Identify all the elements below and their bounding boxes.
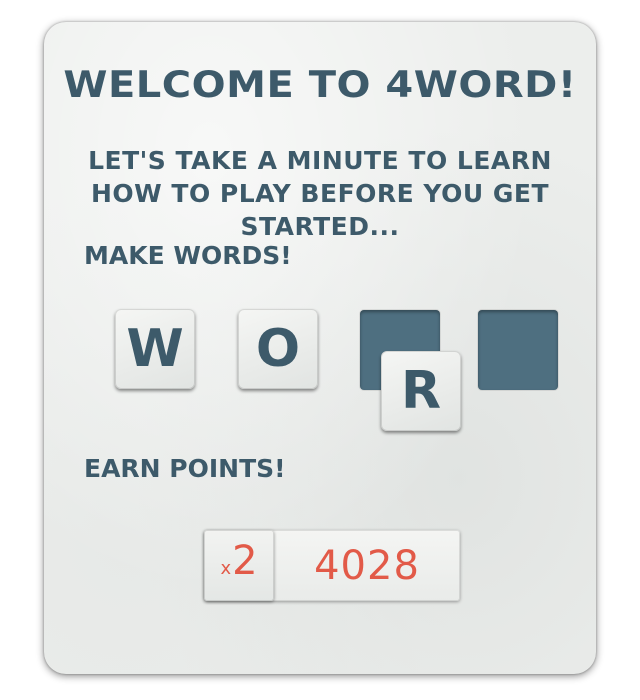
- letter-tile-r-dragging[interactable]: R: [381, 351, 461, 431]
- multiplier-value: 2: [232, 538, 258, 584]
- make-words-label: MAKE WORDS!: [84, 241, 292, 270]
- multiplier-prefix: x: [220, 558, 232, 579]
- score-points: 4028: [314, 542, 420, 589]
- score-display: x 2 4028: [204, 530, 460, 601]
- tile-letter: R: [400, 361, 442, 421]
- letter-tile-w[interactable]: W: [115, 309, 195, 389]
- multiplier-badge: x 2: [204, 530, 274, 601]
- empty-letter-slot[interactable]: [478, 310, 558, 390]
- page-title: WELCOME TO 4WORD!: [63, 63, 577, 107]
- tutorial-card: WELCOME TO 4WORD! LET'S TAKE A MINUTE TO…: [44, 22, 596, 674]
- earn-points-label: EARN POINTS!: [84, 454, 286, 483]
- tile-letter: O: [255, 319, 301, 379]
- intro-text: LET'S TAKE A MINUTE TO LEARN HOW TO PLAY…: [88, 146, 552, 241]
- tile-letter: W: [126, 319, 184, 379]
- letter-tile-o[interactable]: O: [238, 309, 318, 389]
